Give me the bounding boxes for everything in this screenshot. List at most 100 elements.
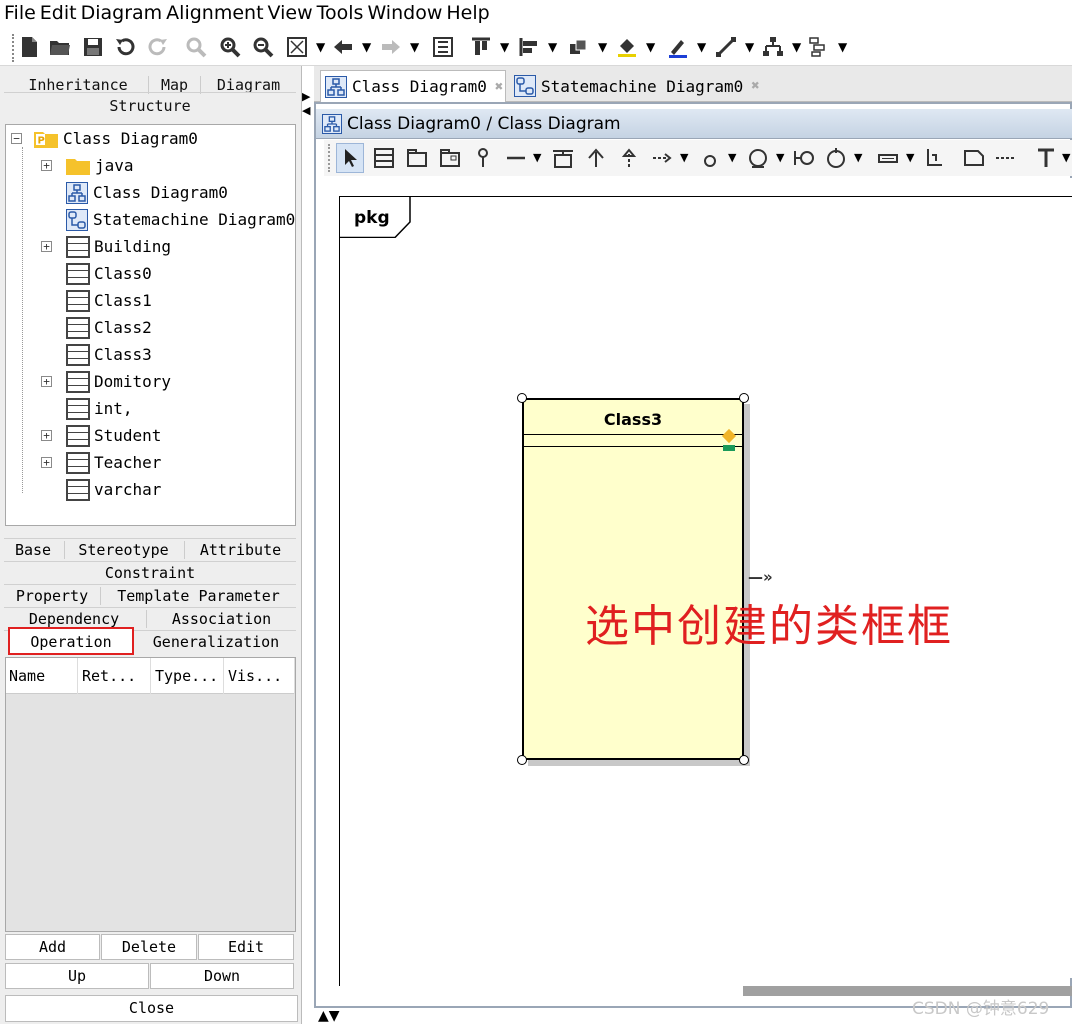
tree-root[interactable]: P Class Diagram0	[34, 125, 198, 152]
tab-association[interactable]: Association	[146, 610, 296, 628]
tree-item-class0[interactable]: Class0	[66, 260, 152, 287]
provided-interface-tool-icon[interactable]	[696, 143, 724, 173]
comment-dropdown-icon[interactable]: ▼	[906, 151, 914, 164]
tab-base[interactable]: Base	[4, 541, 62, 559]
close-tab-icon[interactable]: ✖	[495, 79, 503, 95]
line-style-dropdown-icon[interactable]: ▼	[745, 40, 754, 54]
resize-handle-bottom-left[interactable]	[517, 755, 527, 765]
tree-item-varchar[interactable]: varchar	[66, 476, 161, 503]
tree-item-building[interactable]: Building	[66, 233, 171, 260]
menu-tools[interactable]: Tools	[313, 0, 364, 24]
delete-button[interactable]: Delete	[101, 934, 197, 960]
tab-class-diagram0[interactable]: Class Diagram0 ✖	[320, 70, 506, 102]
fill-color-icon[interactable]	[614, 34, 640, 60]
tree-item-class2[interactable]: Class2	[66, 314, 152, 341]
arrange-dropdown-icon[interactable]: ▼	[598, 40, 607, 54]
operations-table[interactable]: Name Ret... Type... Vis...	[5, 657, 296, 932]
note-tool-icon[interactable]	[960, 143, 988, 173]
redo-icon[interactable]	[145, 34, 171, 60]
tab-property[interactable]: Property	[4, 587, 100, 605]
dependency-dropdown-icon[interactable]: ▼	[680, 151, 688, 164]
menu-window[interactable]: Window	[363, 0, 442, 24]
open-folder-icon[interactable]	[47, 34, 73, 60]
tab-constraint[interactable]: Constraint	[4, 564, 296, 582]
align-top-dropdown-icon[interactable]: ▼	[500, 40, 509, 54]
class-name[interactable]: Class3	[524, 410, 742, 429]
down-button[interactable]: Down	[150, 963, 294, 989]
cycle-tool-icon[interactable]	[822, 143, 850, 173]
dependency-tool-icon[interactable]	[648, 143, 676, 173]
interface-dropdown-icon[interactable]: ▼	[728, 151, 736, 164]
menu-help[interactable]: Help	[442, 0, 489, 24]
column-name[interactable]: Name	[6, 658, 78, 694]
forward-dropdown-icon[interactable]: ▼	[410, 40, 419, 54]
column-visibility[interactable]: Vis...	[225, 658, 295, 694]
association-tool-icon[interactable]	[502, 143, 530, 173]
zoom-in-icon[interactable]	[217, 34, 243, 60]
undo-icon[interactable]	[112, 34, 138, 60]
resize-handle-top-left[interactable]	[517, 393, 527, 403]
zoom-out-icon[interactable]	[250, 34, 276, 60]
back-arrow-icon[interactable]	[330, 34, 356, 60]
tree-item-class-diagram[interactable]: Class Diagram0	[66, 179, 228, 206]
fit-view-icon[interactable]	[284, 34, 310, 60]
tab-operation[interactable]: Operation	[8, 627, 134, 655]
grid-options-dropdown-icon[interactable]: ▼	[838, 40, 847, 54]
add-button[interactable]: Add	[5, 934, 100, 960]
save-icon[interactable]	[80, 34, 106, 60]
required-interface-dropdown-icon[interactable]: ▼	[776, 151, 784, 164]
line-color-icon[interactable]	[665, 34, 691, 60]
edit-button[interactable]: Edit	[198, 934, 294, 960]
subsystem-tool-icon[interactable]	[436, 143, 464, 173]
hierarchy-dropdown-icon[interactable]: ▼	[792, 40, 801, 54]
tab-structure[interactable]: Structure	[4, 97, 296, 115]
realization-tool-icon[interactable]	[615, 143, 643, 173]
close-button[interactable]: Close	[5, 995, 298, 1022]
model-tree[interactable]: − P Class Diagram0 + java Class Diagram0…	[5, 124, 296, 526]
menu-view[interactable]: View	[264, 0, 313, 24]
tree-expand-icon[interactable]: +	[41, 241, 52, 252]
fill-color-dropdown-icon[interactable]: ▼	[646, 40, 655, 54]
tree-expand-icon[interactable]: +	[41, 376, 52, 387]
tab-generalization[interactable]: Generalization	[136, 633, 296, 651]
up-button[interactable]: Up	[5, 963, 149, 989]
align-left-icon[interactable]	[516, 34, 542, 60]
grid-options-icon[interactable]	[806, 34, 832, 60]
note-anchor-tool-icon[interactable]	[992, 143, 1020, 173]
tab-statemachine-diagram0[interactable]: Statemachine Diagram0 ✖	[510, 70, 762, 102]
resize-handle-top-right[interactable]	[739, 393, 749, 403]
tree-expand-icon[interactable]: +	[41, 457, 52, 468]
align-left-dropdown-icon[interactable]: ▼	[548, 40, 557, 54]
package-tool-icon[interactable]	[403, 143, 431, 173]
select-pointer-icon[interactable]	[336, 143, 364, 173]
menu-edit[interactable]: Edit	[36, 0, 77, 24]
menu-diagram[interactable]: Diagram	[77, 0, 163, 24]
arrange-icon[interactable]	[566, 34, 592, 60]
comment-tool-icon[interactable]	[874, 143, 902, 173]
tree-item-int[interactable]: int,	[66, 395, 133, 422]
add-operation-icon[interactable]	[723, 445, 735, 451]
tree-item-class1[interactable]: Class1	[66, 287, 152, 314]
tab-template-parameter[interactable]: Template Parameter	[100, 587, 296, 605]
line-color-dropdown-icon[interactable]: ▼	[697, 40, 706, 54]
cycle-dropdown-icon[interactable]: ▼	[854, 151, 862, 164]
hierarchy-icon[interactable]	[760, 34, 786, 60]
tree-expand-icon[interactable]: +	[41, 430, 52, 441]
required-interface-tool-icon[interactable]	[744, 143, 772, 173]
zoom-icon[interactable]	[183, 34, 209, 60]
tree-item-teacher[interactable]: Teacher	[66, 449, 161, 476]
new-file-icon[interactable]	[16, 34, 42, 60]
connector-handle-icon[interactable]: —»	[748, 568, 773, 586]
tree-expand-icon[interactable]: +	[41, 160, 52, 171]
tree-item-student[interactable]: Student	[66, 422, 161, 449]
tree-item-class3[interactable]: Class3	[66, 341, 152, 368]
class-tool-icon[interactable]	[370, 143, 398, 173]
panel-toggle-arrows-icon[interactable]: ▲▼	[318, 1008, 340, 1024]
column-return[interactable]: Ret...	[79, 658, 151, 694]
association-dropdown-icon[interactable]: ▼	[533, 151, 541, 164]
text-dropdown-icon[interactable]: ▼	[1062, 151, 1070, 164]
port-tool-icon[interactable]	[790, 143, 818, 173]
close-tab-icon[interactable]: ✖	[751, 78, 759, 94]
tree-item-statemachine-diagram[interactable]: Statemachine Diagram0	[66, 206, 295, 233]
back-dropdown-icon[interactable]: ▼	[362, 40, 371, 54]
